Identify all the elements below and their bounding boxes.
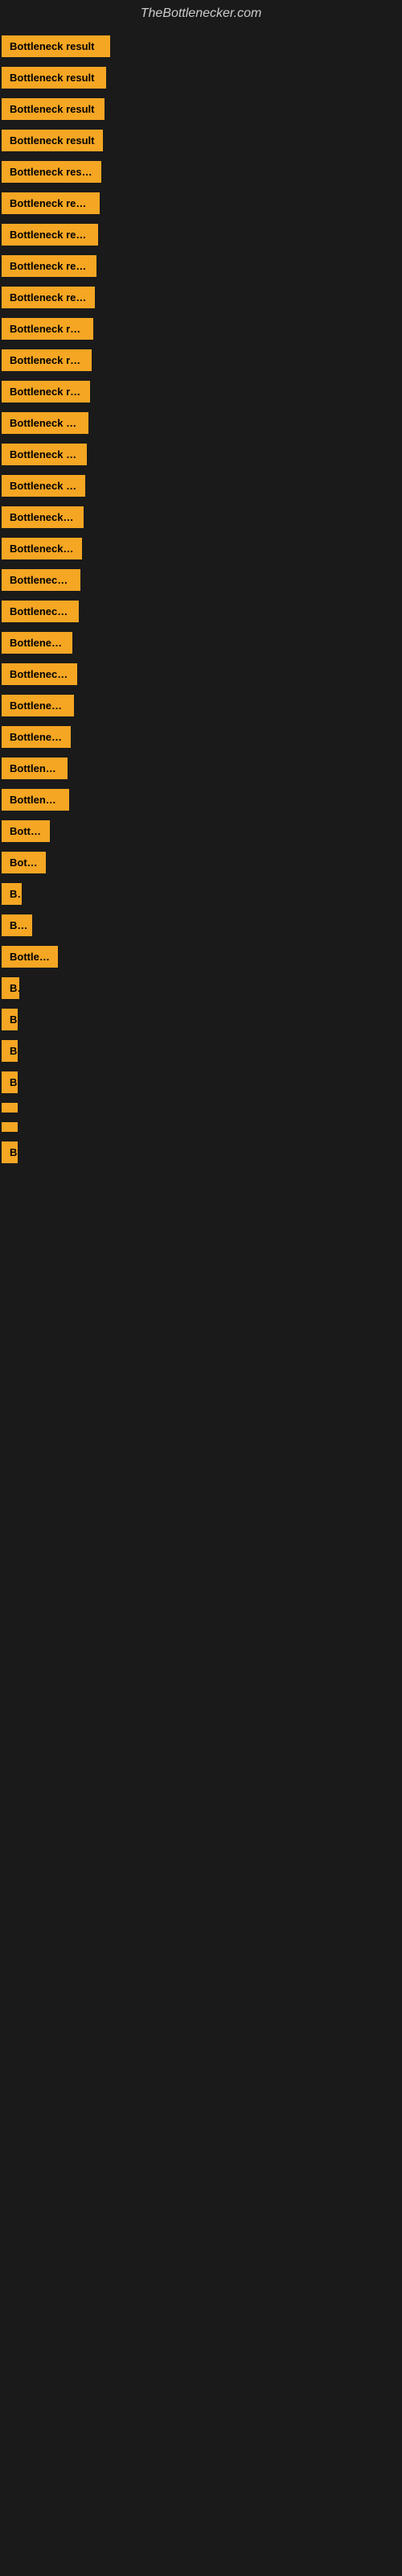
bottleneck-label: Bo: [2, 883, 22, 905]
list-item: Bo: [2, 878, 402, 910]
list-item: Bottleneck result: [2, 31, 402, 62]
bottleneck-label: B: [2, 1040, 18, 1062]
bottleneck-label: Bottleneck result: [2, 35, 110, 57]
bottleneck-label: Bottleneck re: [2, 695, 74, 716]
list-item: Bottleneck res: [2, 784, 402, 815]
bottleneck-label: [2, 1103, 18, 1113]
bottleneck-label: Bott: [2, 914, 32, 936]
list-item: Bottleneck: [2, 753, 402, 784]
site-title: TheBottlenecker.com: [0, 0, 402, 27]
list-item: Bottleneck result: [2, 156, 402, 188]
list-item: Bottleneck res: [2, 658, 402, 690]
list-item: Bottlene: [2, 941, 402, 972]
bottleneck-label: Bo: [2, 977, 19, 999]
bottleneck-label: Bottleneck result: [2, 192, 100, 214]
list-item: Bottleneck res: [2, 596, 402, 627]
bottleneck-label: B: [2, 1009, 18, 1030]
list-item: Bottleneck result: [2, 470, 402, 502]
list-item: Bottleneck result: [2, 219, 402, 250]
list-item: Bottleneck resu: [2, 533, 402, 564]
bottleneck-label: Bottleneck result: [2, 349, 92, 371]
bottleneck-label: Bottleneck res: [2, 789, 69, 811]
list-item: Bottleneck result: [2, 188, 402, 219]
list-item: Bottle: [2, 847, 402, 878]
bottleneck-label: Bottleneck result: [2, 255, 96, 277]
list-item: Bo: [2, 972, 402, 1004]
bottleneck-label: Bottleneck result: [2, 287, 95, 308]
bottleneck-label: Bottleneck result: [2, 381, 90, 402]
list-item: Bottleneck result: [2, 313, 402, 345]
list-item: Bottleneck result: [2, 93, 402, 125]
list-item: [2, 1117, 402, 1137]
list-item: [2, 1098, 402, 1117]
bottleneck-label: Bottleneck res: [2, 663, 77, 685]
bottleneck-label: Bottleneck result: [2, 412, 88, 434]
list-item: B: [2, 1137, 402, 1168]
bottleneck-label: B: [2, 1071, 18, 1093]
list-item: Bottleneck result: [2, 502, 402, 533]
bottleneck-label: Bottle: [2, 852, 46, 873]
bottleneck-label: Bottleneck result: [2, 224, 98, 246]
bottleneck-label: Bottleneck: [2, 758, 68, 779]
list-item: Bott: [2, 910, 402, 941]
bottleneck-label: Bottleneck result: [2, 318, 93, 340]
bottleneck-label: Bottleneck res: [2, 601, 79, 622]
list-item: Bottleneck result: [2, 564, 402, 596]
bottleneck-label: Bottleneck result: [2, 67, 106, 89]
bottleneck-label: Bottlene: [2, 946, 58, 968]
list-item: Bottleneck re: [2, 690, 402, 721]
list-item: Bottler: [2, 815, 402, 847]
list-item: B: [2, 1067, 402, 1098]
bottleneck-label: B: [2, 1141, 18, 1163]
list-item: Bottleneck result: [2, 125, 402, 156]
bottleneck-label: Bottleneck result: [2, 444, 87, 465]
bottleneck-label: Bottleneck result: [2, 726, 71, 748]
list-item: Bottleneck result: [2, 345, 402, 376]
bottleneck-label: Bottleneck resu: [2, 538, 82, 559]
bottleneck-label: Bottleneck result: [2, 161, 101, 183]
bottleneck-label: Bottleneck result: [2, 569, 80, 591]
list-item: Bottleneck result: [2, 62, 402, 93]
list-item: Bottleneck r: [2, 627, 402, 658]
bottleneck-label: Bottleneck r: [2, 632, 72, 654]
list-item: Bottleneck result: [2, 250, 402, 282]
list-item: Bottleneck result: [2, 407, 402, 439]
list-item: Bottleneck result: [2, 376, 402, 407]
bottleneck-label: Bottleneck result: [2, 130, 103, 151]
list-item: B: [2, 1035, 402, 1067]
list-item: Bottleneck result: [2, 721, 402, 753]
list-item: B: [2, 1004, 402, 1035]
items-container: Bottleneck result Bottleneck result Bottle…: [0, 27, 402, 1168]
bottleneck-label: Bottleneck result: [2, 98, 105, 120]
list-item: Bottleneck result: [2, 282, 402, 313]
bottleneck-label: Bottleneck result: [2, 475, 85, 497]
list-item: Bottleneck result: [2, 439, 402, 470]
bottleneck-label: Bottleneck result: [2, 506, 84, 528]
bottleneck-label: Bottler: [2, 820, 50, 842]
bottleneck-label: [2, 1122, 18, 1132]
